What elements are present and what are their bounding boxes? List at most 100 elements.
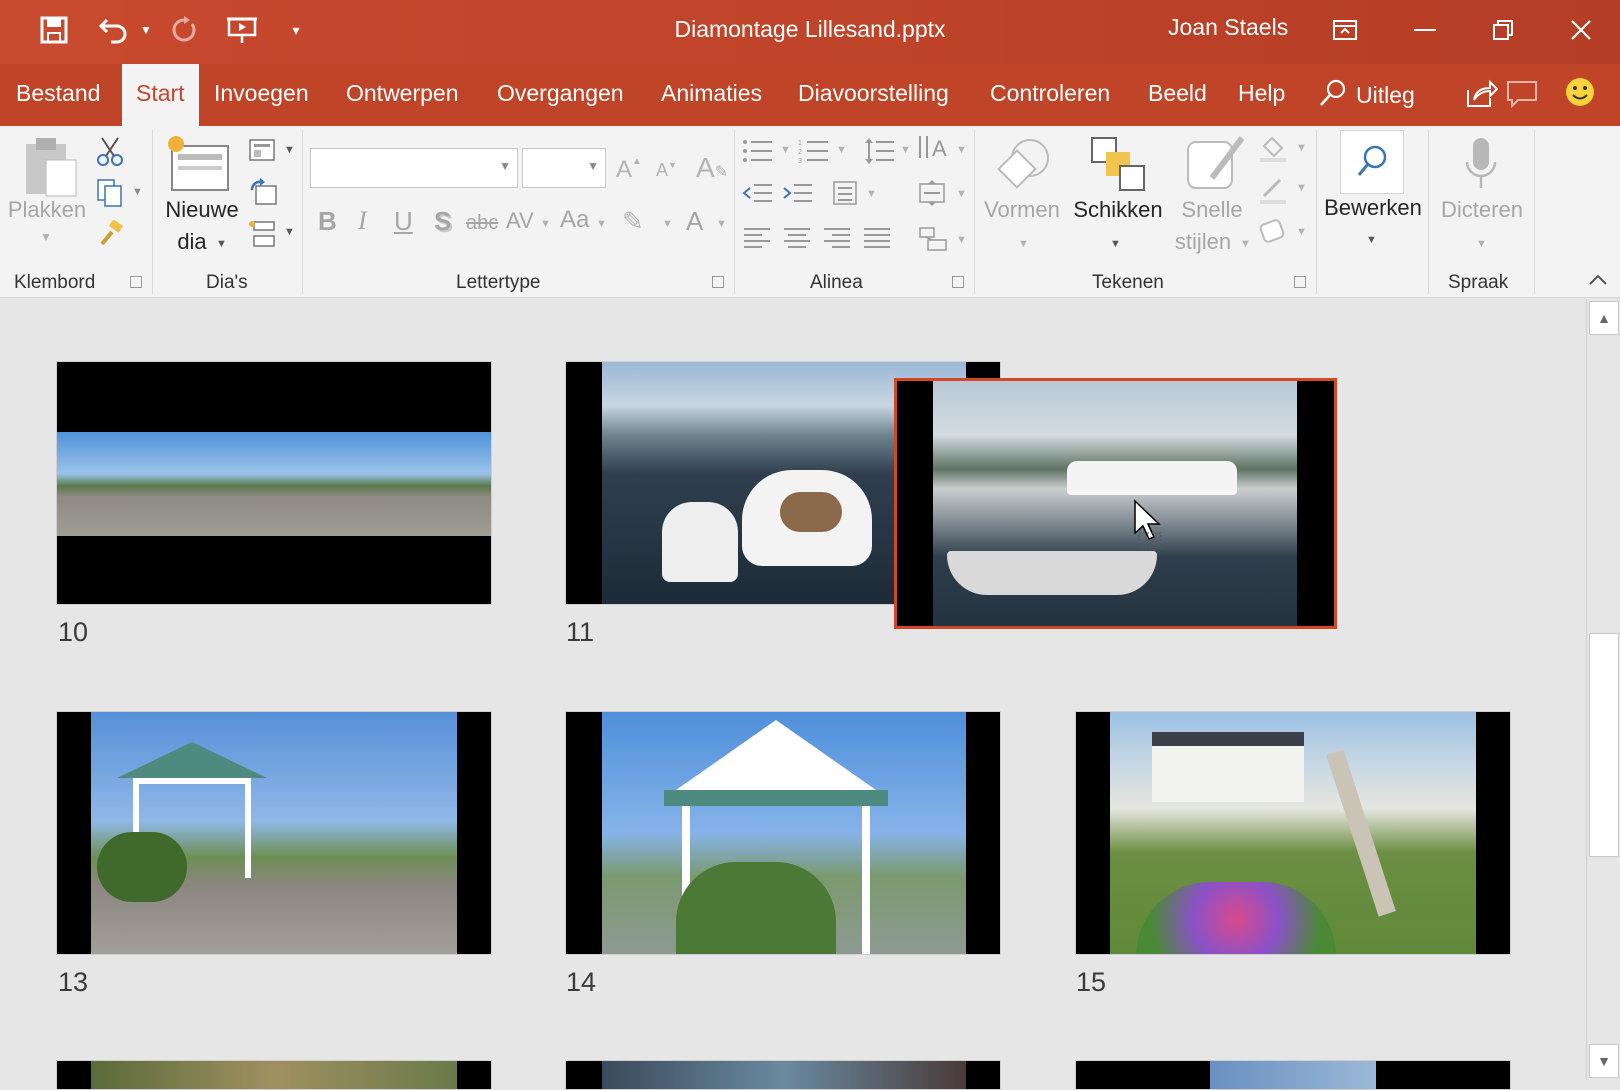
chevron-down-icon[interactable]: ▼ [1296,142,1307,154]
copy-icon[interactable] [96,178,124,213]
slide-thumbnail-partial[interactable] [56,1060,492,1090]
customize-qat-icon[interactable]: ▾ [286,10,306,50]
slide-thumbnail-15[interactable] [1075,711,1511,955]
character-spacing-button[interactable]: AV [506,208,534,234]
chevron-down-icon[interactable]: ▼ [1296,182,1307,194]
restore-icon[interactable] [1478,8,1528,52]
user-name[interactable]: Joan Staels [1168,14,1288,41]
tab-start[interactable]: Start [122,64,199,126]
font-size-input[interactable]: ▼ [522,148,606,188]
numbering-icon[interactable]: 1 2 3 [798,138,830,169]
chevron-down-icon[interactable]: ▼ [866,188,877,200]
chevron-down-icon[interactable]: ▼ [836,144,847,156]
reset-slide-icon[interactable] [248,178,278,211]
cut-icon[interactable] [96,136,124,171]
align-text-icon[interactable] [918,178,948,213]
shrink-font-icon[interactable]: A▼ [656,160,677,181]
smartart-icon[interactable] [918,226,948,257]
arrange-button[interactable]: Schikken [1068,194,1168,226]
undo-icon[interactable] [94,10,134,50]
line-spacing-icon[interactable] [864,136,896,171]
shapes-button[interactable]: Vormen [978,194,1066,226]
chevron-down-icon[interactable]: ▼ [956,144,967,156]
align-left-icon[interactable] [742,226,772,255]
text-shadow-button[interactable]: S [434,206,451,237]
new-slide-button-line2[interactable]: dia [162,226,222,258]
section-icon[interactable] [248,220,278,253]
microphone-icon[interactable] [1464,136,1498,197]
slide-layout-icon[interactable] [248,138,278,169]
chevron-down-icon[interactable]: ▼ [956,234,967,246]
decrease-indent-icon[interactable] [742,182,774,209]
shape-outline-icon[interactable] [1258,176,1288,209]
tab-overgangen[interactable]: Overgangen [497,80,624,107]
tab-ontwerpen[interactable]: Ontwerpen [346,80,459,107]
chevron-down-icon[interactable]: ▼ [596,218,607,230]
font-launcher-icon[interactable]: . [712,276,724,288]
ribbon-display-options-icon[interactable] [1320,8,1370,52]
editing-dropdown-icon[interactable]: ▼ [1366,234,1377,246]
chevron-down-icon[interactable]: ▼ [900,144,911,156]
slide-thumbnail-partial[interactable] [565,1060,1001,1090]
justify-icon[interactable] [862,226,892,255]
shape-effects-icon[interactable] [1258,216,1288,251]
arrange-dropdown-icon[interactable]: ▼ [1110,238,1121,250]
dictate-dropdown-icon[interactable]: ▼ [1476,238,1487,250]
grow-font-icon[interactable]: A▲ [616,156,642,184]
chevron-down-icon[interactable]: ▼ [956,188,967,200]
paragraph-launcher-icon[interactable]: . [952,276,964,288]
chevron-down-icon[interactable]: ▼ [716,218,727,230]
quick-styles-dropdown-icon[interactable]: ▼ [1240,238,1251,250]
shape-fill-icon[interactable] [1258,134,1288,167]
italic-button[interactable]: I [358,206,367,236]
clear-formatting-icon[interactable]: A✎ [696,152,728,184]
tab-help[interactable]: Help [1238,80,1285,107]
new-slide-dropdown-icon[interactable]: ▼ [216,238,227,250]
tab-diavoorstelling[interactable]: Diavoorstelling [798,80,949,107]
tab-tell-me[interactable]: Uitleg [1356,82,1415,109]
dragged-slide-thumbnail[interactable] [894,378,1337,629]
undo-dropdown-icon[interactable]: ▼ [138,10,154,50]
dictate-button[interactable]: Dicteren [1432,194,1532,226]
save-icon[interactable] [34,10,74,50]
redo-icon[interactable] [164,10,204,50]
shapes-dropdown-icon[interactable]: ▼ [1018,238,1029,250]
slide-thumbnail-13[interactable] [56,711,492,955]
new-slide-button-line1[interactable]: Nieuwe [154,194,250,226]
align-center-icon[interactable] [782,226,812,255]
section-dropdown-icon[interactable]: ▼ [284,226,295,238]
clipboard-launcher-icon[interactable]: . [130,276,142,288]
underline-button[interactable]: U [394,206,413,237]
tab-bestand[interactable]: Bestand [16,80,100,107]
change-case-button[interactable]: Aa [560,206,589,234]
bold-button[interactable]: B [318,206,337,237]
comments-icon[interactable] [1506,80,1538,113]
tab-controleren[interactable]: Controleren [990,80,1110,107]
tab-beeld[interactable]: Beeld [1148,80,1207,107]
font-name-input[interactable]: ▼ [310,148,518,188]
search-find-icon[interactable] [1340,130,1404,194]
layout-dropdown-icon[interactable]: ▼ [284,144,295,156]
scroll-up-icon[interactable]: ▲ [1589,301,1619,335]
scroll-down-icon[interactable]: ▼ [1589,1044,1619,1078]
minimize-icon[interactable] [1400,8,1450,52]
chevron-down-icon[interactable]: ▼ [540,218,551,230]
close-icon[interactable] [1556,8,1606,52]
drawing-launcher-icon[interactable]: . [1294,276,1306,288]
smiley-feedback-icon[interactable] [1564,76,1596,113]
columns-icon[interactable] [832,180,860,211]
tab-invoegen[interactable]: Invoegen [214,80,309,107]
slide-thumbnail-10[interactable] [56,361,492,605]
share-icon[interactable] [1464,78,1499,113]
tab-animaties[interactable]: Animaties [661,80,762,107]
strikethrough-button[interactable]: abc [466,212,498,235]
increase-indent-icon[interactable] [782,182,814,209]
text-direction-icon[interactable]: A [916,134,952,171]
paste-dropdown-icon[interactable]: ▼ [40,230,52,244]
arrange-icon[interactable] [1088,134,1148,199]
collapse-ribbon-icon[interactable] [1588,272,1608,291]
slide-thumbnail-partial[interactable] [1075,1060,1511,1090]
align-right-icon[interactable] [822,226,852,255]
vertical-scrollbar[interactable]: ▲ ▼ [1586,299,1620,1080]
chevron-down-icon[interactable]: ▼ [662,218,673,230]
